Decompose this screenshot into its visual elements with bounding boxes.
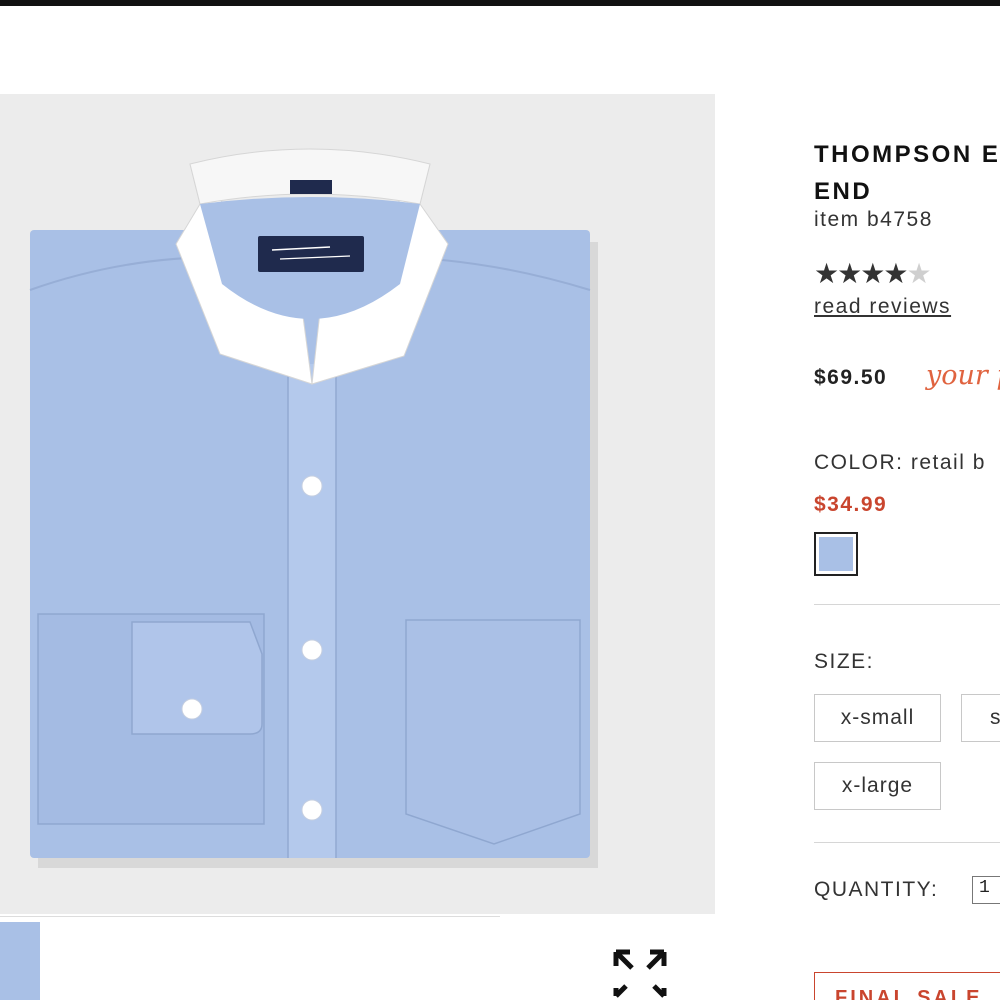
star-icon: ★ — [860, 258, 885, 289]
product-title-line1: THOMPSON E — [814, 141, 1000, 168]
star-icon: ★ — [837, 258, 862, 289]
final-sale-badge: FINAL SALE — [814, 972, 1000, 1000]
regular-price: $69.50 — [814, 366, 888, 389]
promo-text: your p — [926, 360, 1000, 391]
shirt-illustration — [29, 148, 598, 868]
quantity-label: QUANTITY: — [814, 878, 939, 901]
size-option-small[interactable]: s — [961, 694, 1000, 742]
read-reviews-link[interactable]: read reviews — [814, 295, 951, 319]
divider — [814, 842, 1000, 843]
thumbnail-divider — [0, 916, 500, 917]
product-title-line2: END — [814, 178, 873, 205]
color-swatch[interactable] — [814, 532, 858, 576]
color-label: COLOR: retail b — [814, 451, 986, 474]
sale-price: $34.99 — [814, 493, 888, 516]
star-icon: ★ — [814, 258, 839, 289]
size-option-x-large[interactable]: x-large — [814, 762, 941, 810]
thumbnail-image[interactable] — [0, 922, 40, 1000]
divider — [814, 604, 1000, 605]
size-label: SIZE: — [814, 650, 875, 673]
product-image[interactable] — [0, 94, 715, 914]
quantity-input[interactable]: 1 — [972, 876, 1000, 904]
swatch-fill — [819, 537, 853, 571]
product-info-panel: THOMPSON E END item b4758 ★★★★★ read revi… — [814, 0, 1000, 1000]
size-option-x-small[interactable]: x-small — [814, 694, 941, 742]
item-number: item b4758 — [814, 208, 933, 231]
star-empty-icon: ★ — [906, 258, 931, 289]
rating-stars: ★★★★★ — [814, 257, 932, 290]
product-title: THOMPSON E END — [814, 136, 1000, 210]
expand-icon[interactable] — [612, 948, 668, 1000]
star-icon: ★ — [883, 258, 908, 289]
